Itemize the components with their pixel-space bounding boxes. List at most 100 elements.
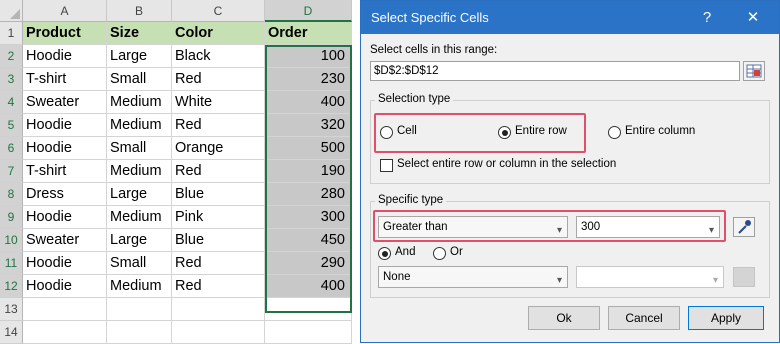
ok-button[interactable]: Ok (528, 306, 600, 330)
value1-input[interactable]: 300 ▾ (576, 216, 720, 238)
cell-order[interactable]: 450 (265, 229, 352, 252)
cell-a1[interactable]: Product (23, 22, 107, 45)
cell-size[interactable]: Medium (107, 206, 172, 229)
cell-product[interactable]: Sweater (23, 91, 107, 114)
empty-cell[interactable] (107, 298, 172, 321)
empty-cell[interactable] (107, 321, 172, 344)
and-radio[interactable] (378, 247, 391, 260)
row-header-9[interactable]: 9 (0, 206, 23, 229)
help-button[interactable]: ? (689, 1, 725, 34)
cell-product[interactable]: Dress (23, 183, 107, 206)
cell-b1[interactable]: Size (107, 22, 172, 45)
row-header-1[interactable]: 1 (0, 22, 23, 45)
value2-input[interactable]: ▾ (576, 266, 724, 288)
cell-color[interactable]: Black (172, 45, 265, 68)
range-input[interactable]: $D$2:$D$12 (370, 61, 740, 81)
row-header-2[interactable]: 2 (0, 45, 23, 68)
column-header-d[interactable]: D (265, 0, 352, 22)
empty-cell[interactable] (23, 298, 107, 321)
row-header-4[interactable]: 4 (0, 91, 23, 114)
empty-cell[interactable] (172, 321, 265, 344)
cell-radio-label[interactable]: Cell (397, 125, 417, 137)
or-radio-label[interactable]: Or (450, 246, 463, 258)
row-header-5[interactable]: 5 (0, 114, 23, 137)
cell-product[interactable]: Hoodie (23, 114, 107, 137)
entire-row-radio[interactable] (498, 126, 511, 139)
entire-row-column-checkbox-label[interactable]: Select entire row or column in the selec… (397, 158, 616, 170)
cell-size[interactable]: Small (107, 252, 172, 275)
cell-color[interactable]: Red (172, 275, 265, 298)
cell-order[interactable]: 190 (265, 160, 352, 183)
cell-order[interactable]: 400 (265, 91, 352, 114)
cell-order[interactable]: 280 (265, 183, 352, 206)
cell-order[interactable]: 500 (265, 137, 352, 160)
row-header-10[interactable]: 10 (0, 229, 23, 252)
cell-size[interactable]: Medium (107, 91, 172, 114)
row-header-13[interactable]: 13 (0, 298, 23, 321)
cell-size[interactable]: Medium (107, 275, 172, 298)
cell-order[interactable]: 100 (265, 45, 352, 68)
cell-product[interactable]: Hoodie (23, 275, 107, 298)
entire-column-radio-label[interactable]: Entire column (625, 125, 695, 137)
cell-color[interactable]: Red (172, 68, 265, 91)
condition1-select[interactable]: Greater than ▾ (378, 216, 568, 238)
cell-c1[interactable]: Color (172, 22, 265, 45)
column-header-a[interactable]: A (23, 0, 107, 22)
dialog-titlebar[interactable]: Select Specific Cells ? ✕ (361, 1, 779, 34)
range-picker-button[interactable] (743, 61, 765, 81)
cell-size[interactable]: Small (107, 68, 172, 91)
row-header-11[interactable]: 11 (0, 252, 23, 275)
row-header-8[interactable]: 8 (0, 183, 23, 206)
cell-size[interactable]: Large (107, 229, 172, 252)
select-all-corner[interactable] (0, 0, 23, 22)
cell-size[interactable]: Medium (107, 160, 172, 183)
apply-button[interactable]: Apply (688, 306, 764, 330)
row-header-14[interactable]: 14 (0, 321, 23, 344)
cell-radio[interactable] (380, 126, 393, 139)
cell-color[interactable]: Red (172, 114, 265, 137)
cell-product[interactable]: Hoodie (23, 252, 107, 275)
cell-order[interactable]: 320 (265, 114, 352, 137)
cell-color[interactable]: Orange (172, 137, 265, 160)
cell-product[interactable]: T-shirt (23, 68, 107, 91)
entire-row-radio-label[interactable]: Entire row (515, 125, 567, 137)
cell-color[interactable]: Red (172, 160, 265, 183)
empty-cell[interactable] (265, 298, 352, 321)
empty-cell[interactable] (23, 321, 107, 344)
close-icon[interactable]: ✕ (735, 1, 771, 34)
cell-color[interactable]: White (172, 91, 265, 114)
cell-order[interactable]: 300 (265, 206, 352, 229)
cell-product[interactable]: Hoodie (23, 137, 107, 160)
entire-column-radio[interactable] (608, 126, 621, 139)
cell-product[interactable]: Hoodie (23, 206, 107, 229)
cancel-button[interactable]: Cancel (608, 306, 680, 330)
row-header-3[interactable]: 3 (0, 68, 23, 91)
column-header-b[interactable]: B (107, 0, 172, 22)
row-header-7[interactable]: 7 (0, 160, 23, 183)
cell-order[interactable]: 230 (265, 68, 352, 91)
eyedropper-button-disabled[interactable] (733, 267, 755, 287)
row-header-12[interactable]: 12 (0, 275, 23, 298)
cell-color[interactable]: Red (172, 252, 265, 275)
cell-product[interactable]: T-shirt (23, 160, 107, 183)
cell-order[interactable]: 290 (265, 252, 352, 275)
cell-color[interactable]: Blue (172, 229, 265, 252)
empty-cell[interactable] (265, 321, 352, 344)
or-radio[interactable] (433, 247, 446, 260)
condition2-select[interactable]: None ▾ (378, 266, 568, 288)
row-header-6[interactable]: 6 (0, 137, 23, 160)
cell-product[interactable]: Hoodie (23, 45, 107, 68)
cell-product[interactable]: Sweater (23, 229, 107, 252)
cell-color[interactable]: Blue (172, 183, 265, 206)
and-radio-label[interactable]: And (395, 246, 415, 258)
cell-size[interactable]: Small (107, 137, 172, 160)
cell-size[interactable]: Medium (107, 114, 172, 137)
cell-size[interactable]: Large (107, 45, 172, 68)
cell-d1[interactable]: Order (265, 22, 352, 45)
cell-order[interactable]: 400 (265, 275, 352, 298)
eyedropper-button[interactable] (733, 217, 755, 237)
cell-color[interactable]: Pink (172, 206, 265, 229)
entire-row-column-checkbox[interactable] (380, 159, 393, 172)
column-header-c[interactable]: C (172, 0, 265, 22)
empty-cell[interactable] (172, 298, 265, 321)
